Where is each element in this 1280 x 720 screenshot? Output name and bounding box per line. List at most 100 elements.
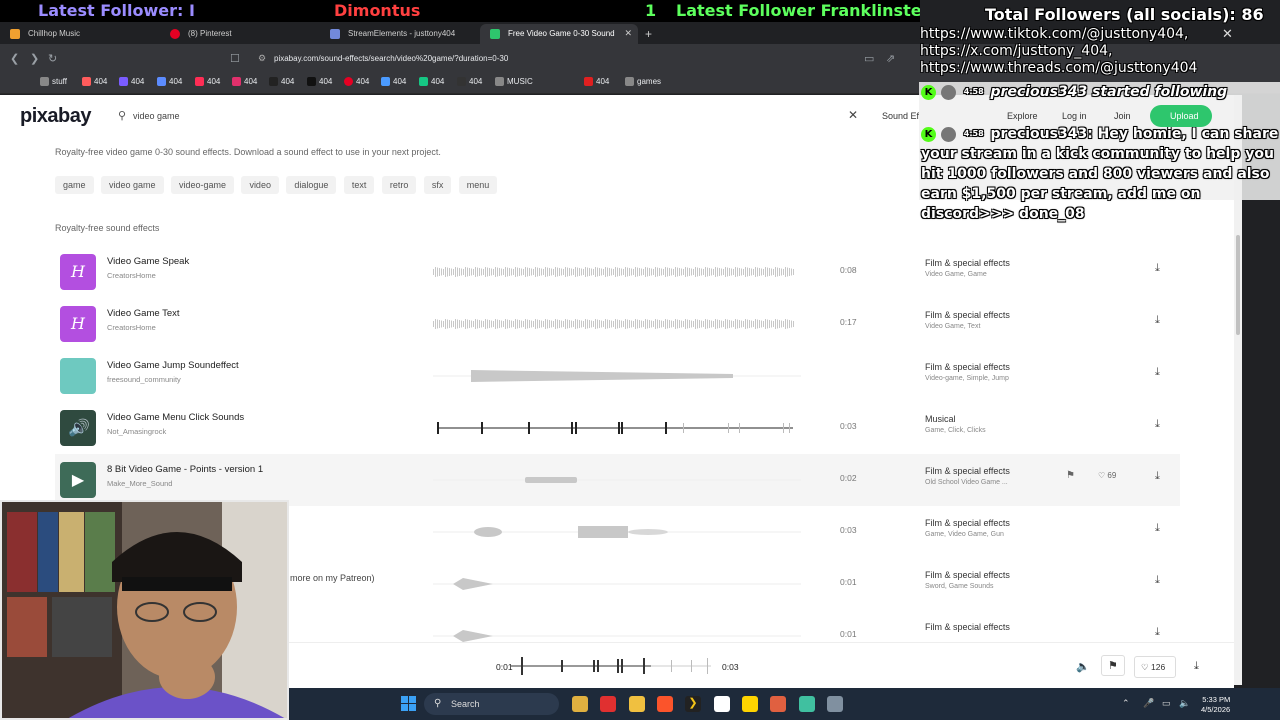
bookmark-item[interactable]: 404 — [584, 77, 609, 86]
bookmark-page-icon[interactable]: ☐ — [230, 52, 240, 65]
join-link[interactable]: Join — [1114, 111, 1131, 121]
app-icon[interactable] — [770, 696, 786, 712]
bookmark-stuff[interactable]: stuff — [40, 77, 67, 86]
tab-streamelements[interactable]: StreamElements - justtony404 — [320, 24, 480, 44]
like-button[interactable]: ♡ 126 — [1134, 656, 1176, 678]
sound-category[interactable]: Film & special effects — [925, 362, 1010, 372]
tab-pinterest[interactable]: (8) Pinterest — [160, 24, 320, 44]
speaker-icon[interactable]: 🔈 — [1179, 698, 1190, 709]
tag-chip[interactable]: sfx — [423, 176, 452, 194]
sound-title[interactable]: 8 Bit Video Game - Points - version 1 — [107, 464, 263, 475]
play-thumbnail[interactable]: ▶ — [60, 462, 96, 498]
bookmark-item[interactable]: 404 — [307, 77, 332, 86]
url-field[interactable]: ⚙ pixabay.com/sound-effects/search/video… — [250, 50, 890, 67]
bookmark-item[interactable]: 404 — [232, 77, 257, 86]
sound-result-row[interactable]: H Video Game Text CreatorsHome 0:17 Film & s… — [55, 298, 1180, 350]
tag-chip[interactable]: game — [55, 176, 94, 194]
tag-chip[interactable]: text — [343, 176, 375, 194]
bookmark-icon[interactable]: ⚑ — [1101, 655, 1125, 676]
bookmark-games[interactable]: games — [625, 77, 661, 86]
sound-result-row[interactable]: H Video Game Speak CreatorsHome 0:08 Film & … — [55, 246, 1180, 298]
bookmark-music[interactable]: MUSIC — [495, 77, 533, 86]
sound-author[interactable]: freesound_community — [107, 375, 181, 384]
new-tab-button[interactable]: + — [645, 27, 652, 41]
sound-category[interactable]: Musical — [925, 414, 956, 424]
sound-waveform[interactable] — [433, 254, 801, 290]
sound-waveform[interactable] — [433, 566, 801, 602]
site-info-icon[interactable]: ⚙ — [258, 53, 266, 64]
sound-result-row[interactable]: ▶ 8 Bit Video Game - Points - version 1 Ma… — [55, 454, 1180, 506]
sound-waveform[interactable] — [433, 306, 801, 342]
close-window-icon[interactable]: ✕ — [1222, 26, 1233, 42]
tag-chip[interactable]: video-game — [170, 176, 234, 194]
forward-icon[interactable]: ❯ — [30, 52, 39, 65]
bookmark-item[interactable]: 404 — [381, 77, 406, 86]
tag-chip[interactable]: video — [241, 176, 279, 194]
bookmark-item[interactable]: 404 — [157, 77, 182, 86]
mic-icon[interactable]: 🎤 — [1143, 698, 1154, 709]
sound-waveform[interactable] — [433, 514, 801, 550]
back-icon[interactable]: ❮ — [10, 52, 19, 65]
sound-waveform[interactable] — [433, 618, 801, 642]
download-icon[interactable]: ⤓ — [1155, 262, 1160, 275]
sound-author[interactable]: CreatorsHome — [107, 323, 156, 332]
tray-chevron-icon[interactable]: ⌃ — [1122, 698, 1130, 709]
bookmark-item[interactable]: 404 — [119, 77, 144, 86]
sound-title[interactable]: Video Game Speak — [107, 256, 189, 267]
clear-search-icon[interactable]: ✕ — [848, 108, 858, 122]
share-icon[interactable]: ⇗ — [886, 52, 895, 65]
sound-waveform[interactable] — [433, 410, 801, 446]
play-thumbnail[interactable]: 🔊 — [60, 410, 96, 446]
pixabay-logo[interactable]: pixabay — [20, 105, 91, 128]
bookmark-item[interactable]: 404 — [269, 77, 294, 86]
like-button[interactable]: ♡ 69 — [1098, 471, 1116, 480]
sound-title[interactable]: Video Game Text — [107, 308, 180, 319]
tag-chip[interactable]: retro — [381, 176, 417, 194]
cast-icon[interactable]: ▭ — [864, 52, 874, 65]
reload-icon[interactable]: ↻ — [48, 52, 57, 65]
download-icon[interactable]: ⤓ — [1155, 418, 1160, 431]
tab-chillhop[interactable]: Chillhop Music — [0, 24, 160, 44]
sound-result-row[interactable]: 🔊 Video Game Menu Click Sounds Not_Amasing… — [55, 402, 1180, 454]
sound-category[interactable]: Film & special effects — [925, 622, 1010, 632]
brave-icon[interactable] — [657, 696, 673, 712]
tag-chip[interactable]: video game — [100, 176, 164, 194]
sound-title[interactable]: Video Game Jump Soundeffect — [107, 360, 239, 371]
taskbar-clock[interactable]: 5:33 PM 4/5/2026 — [1201, 695, 1230, 715]
sound-category[interactable]: Film & special effects — [925, 258, 1010, 268]
windows-start-icon[interactable] — [401, 696, 417, 712]
download-icon[interactable]: ⤓ — [1155, 522, 1160, 535]
sound-category[interactable]: Film & special effects — [925, 466, 1010, 476]
upload-button[interactable]: Upload — [1150, 105, 1212, 127]
download-icon[interactable]: ⤓ — [1155, 626, 1160, 639]
tag-chip[interactable]: dialogue — [286, 176, 337, 194]
volume-icon[interactable]: 🔈 — [1076, 660, 1090, 673]
tag-chip[interactable]: menu — [458, 176, 498, 194]
sound-author[interactable]: Not_Amasingrock — [107, 427, 166, 436]
app-icon[interactable]: ❯ — [685, 696, 701, 712]
download-icon[interactable]: ⤓ — [1155, 366, 1160, 379]
download-icon[interactable]: ⤓ — [1155, 574, 1160, 587]
taskbar-search[interactable]: ⚲ Search — [424, 693, 559, 715]
search-input[interactable] — [133, 107, 833, 125]
player-waveform[interactable] — [511, 653, 711, 679]
login-link[interactable]: Log in — [1062, 111, 1087, 121]
bookmark-item[interactable]: 404 — [344, 77, 369, 86]
task-view-icon[interactable] — [572, 696, 588, 712]
notion-icon[interactable] — [714, 696, 730, 712]
sound-title[interactable]: Video Game Menu Click Sounds — [107, 412, 244, 423]
sound-author[interactable]: Make_More_Sound — [107, 479, 172, 488]
scrollbar-thumb[interactable] — [1236, 235, 1240, 335]
download-icon[interactable]: ⤓ — [1194, 660, 1199, 673]
sound-result-row[interactable]: Video Game Jump Soundeffect freesound_com… — [55, 350, 1180, 402]
bookmark-item[interactable]: 404 — [419, 77, 444, 86]
sound-waveform[interactable] — [433, 462, 801, 498]
media-type-select[interactable]: Sound Ef — [882, 111, 919, 121]
app-icon[interactable] — [827, 696, 843, 712]
tab-pixabay[interactable]: Free Video Game 0-30 Sound ✕ — [480, 24, 638, 44]
sound-author[interactable]: CreatorsHome — [107, 271, 156, 280]
file-explorer-icon[interactable] — [629, 696, 645, 712]
bookmark-item[interactable]: 404 — [195, 77, 220, 86]
download-icon[interactable]: ⤓ — [1155, 314, 1160, 327]
sound-category[interactable]: Film & special effects — [925, 310, 1010, 320]
